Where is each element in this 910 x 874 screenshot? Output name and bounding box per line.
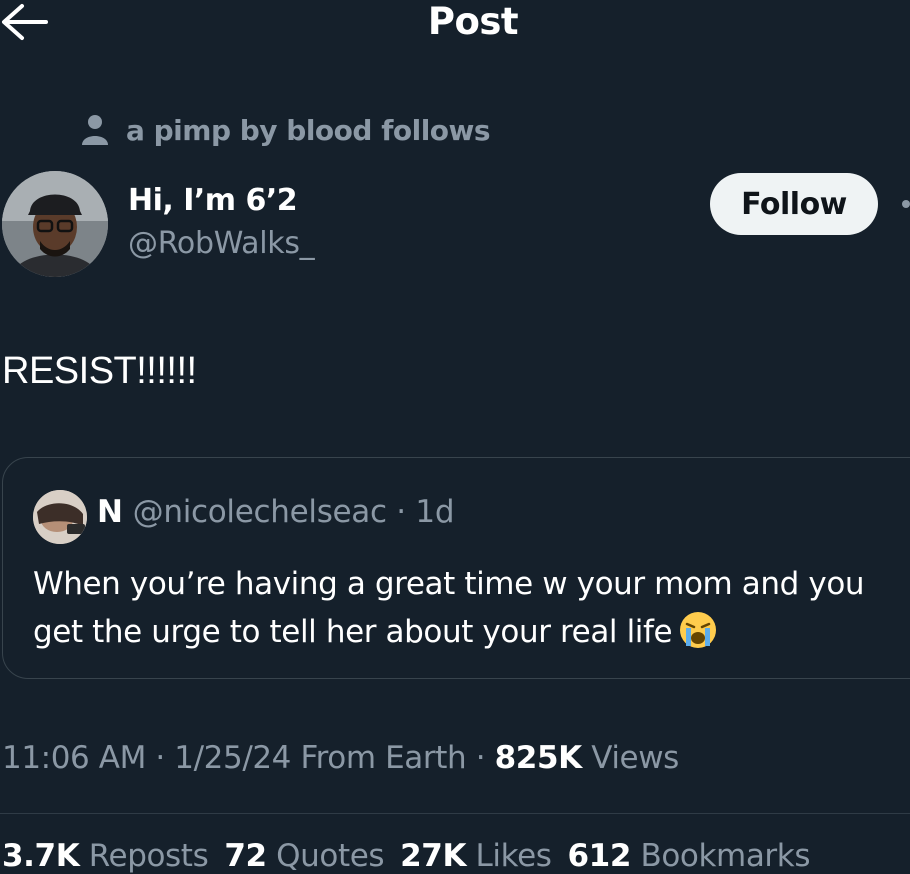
post-timestamp-row: 11:06 AM · 1/25/24 From Earth · 825K Vie… <box>2 740 679 776</box>
quote-header: N @nicolechelseac · 1d <box>97 494 455 530</box>
divider <box>0 813 910 814</box>
quote-text-line-2-content: get the urge to tell her about your real… <box>33 614 673 650</box>
quotes-count[interactable]: 72 <box>224 838 267 874</box>
reposts-count[interactable]: 3.7K <box>2 838 80 874</box>
quote-author-name: N <box>97 494 123 530</box>
social-context-text: a pimp by blood follows <box>126 113 491 147</box>
page-title: Post <box>427 0 519 43</box>
follow-button[interactable]: Follow <box>710 173 878 235</box>
loudly-crying-face-icon <box>680 612 717 648</box>
quote-author-meta: @nicolechelseac · 1d <box>132 494 455 530</box>
quotes-label[interactable]: Quotes <box>267 838 384 874</box>
quote-text: When you’re having a great time w your m… <box>33 560 910 656</box>
engagement-stats: 3.7K Reposts 72 Quotes 27K Likes 612 Bookma… <box>2 838 810 874</box>
person-icon <box>82 115 108 145</box>
avatar-photo <box>2 171 108 277</box>
views-count: 825K <box>494 740 583 776</box>
likes-count[interactable]: 27K <box>400 838 466 874</box>
author-display-name[interactable]: Hi, I’m 6’2 <box>128 183 298 218</box>
bookmarks-label[interactable]: Bookmarks <box>631 838 810 874</box>
more-options-icon[interactable] <box>902 200 910 208</box>
bookmarks-count[interactable]: 612 <box>568 838 632 874</box>
views-label: Views <box>581 740 679 776</box>
reposts-label[interactable]: Reposts <box>79 838 209 874</box>
likes-label[interactable]: Likes <box>466 838 552 874</box>
quote-avatar[interactable] <box>33 490 87 544</box>
post-text: RESIST!!!!!! <box>2 350 197 392</box>
social-context: a pimp by blood follows <box>80 112 491 148</box>
quote-avatar-photo <box>33 490 87 544</box>
quote-text-line-2: get the urge to tell her about your real… <box>33 608 910 656</box>
author-handle[interactable]: @RobWalks_ <box>128 226 315 261</box>
quote-text-line-1: When you’re having a great time w your m… <box>33 566 865 602</box>
avatar[interactable] <box>2 171 108 277</box>
post-time-date: 11:06 AM · 1/25/24 From Earth · <box>2 740 495 776</box>
quoted-post-card[interactable]: N @nicolechelseac · 1d When you’re havin… <box>2 457 910 679</box>
